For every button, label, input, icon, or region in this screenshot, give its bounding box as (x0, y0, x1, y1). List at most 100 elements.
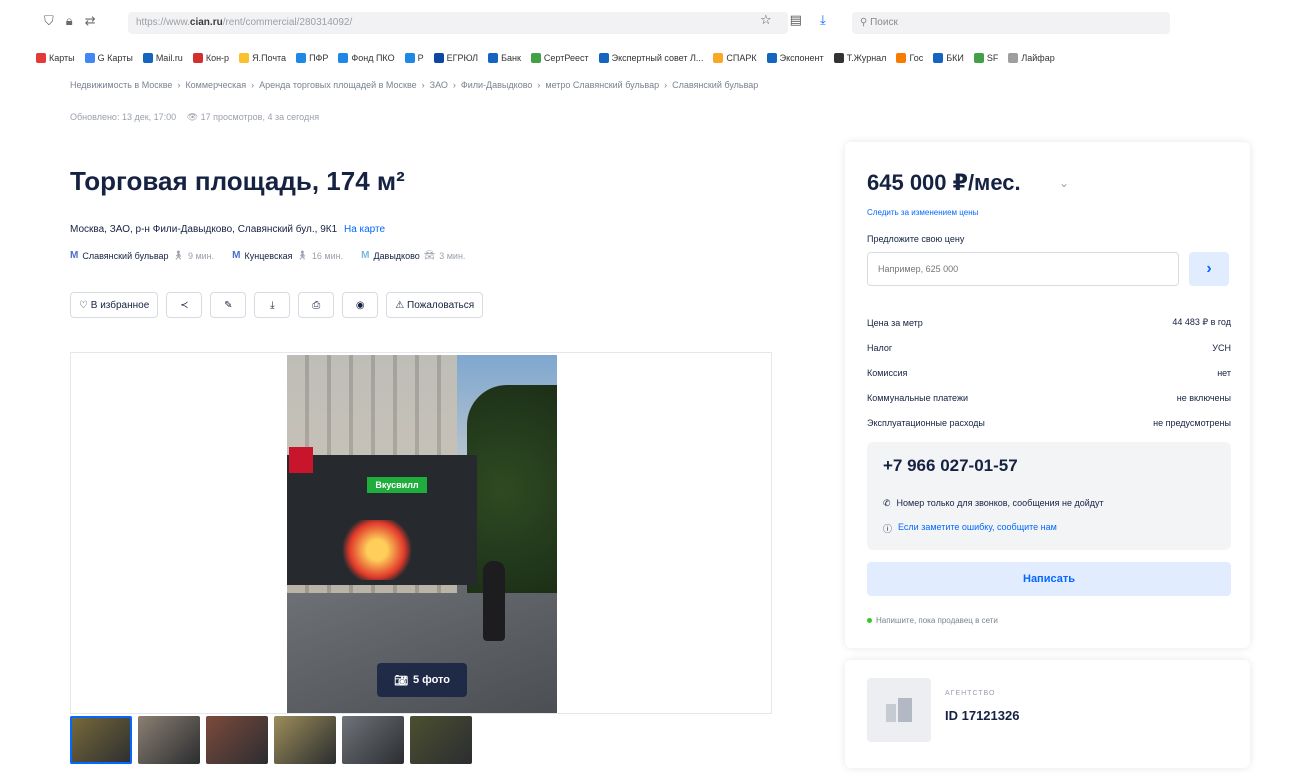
photo-thumbnail[interactable] (206, 716, 268, 764)
offer-label: Предложите свою цену (867, 234, 965, 244)
breadcrumb-separator: › (452, 80, 456, 90)
page-title: Торговая площадь, 174 м² (70, 166, 405, 196)
browser-toolbar: ⛉ 🔒︎ ⇄ https://www.cian.ru/rent/commerci… (0, 0, 1291, 44)
breadcrumb-item[interactable]: Недвижимость в Москве (70, 80, 172, 90)
breadcrumb: Недвижимость в Москве › Коммерческая › Аренд… (70, 80, 758, 90)
favorite-button[interactable]: ♡ В избранное (70, 292, 159, 318)
param-row: Налог УСН (867, 335, 1231, 360)
bookmark-label: Кон-р (205, 53, 230, 63)
bookmark-label: Mail.ru (155, 53, 183, 63)
bookmark-item[interactable]: СПАРК (713, 53, 757, 63)
listing-address: Москва, ЗАО, р-н Фили-Давыдково, Славянс… (70, 224, 385, 235)
breadcrumb-item[interactable]: Аренда торговых площадей в Москве (259, 80, 417, 90)
agent-role: АГЕНТСТВО (945, 690, 996, 697)
shield-icon[interactable]: ⛉ (44, 13, 54, 29)
phone-box: +7 966 027-01-57 ✆ Номер только для звон… (867, 442, 1231, 550)
metro-station[interactable]: M Кунцевская 🚶︎ 16 мин. (232, 250, 343, 261)
write-button[interactable]: Написать (867, 562, 1231, 596)
star-icon[interactable]: ☆ (760, 12, 772, 28)
photo-thumbnail[interactable] (274, 716, 336, 764)
bookmark-item[interactable]: Mail.ru (142, 53, 183, 63)
photo-gallery[interactable]: Вкусвилл 📷︎ 5 фото (70, 352, 772, 714)
map-link[interactable]: На карте (344, 224, 385, 235)
follow-price-link[interactable]: Следить за изменением цены (867, 208, 978, 217)
photo-count-button[interactable]: 📷︎ 5 фото (377, 663, 467, 697)
bookmark-item[interactable]: БКИ (933, 53, 964, 63)
report-error-note: ⓘ Если заметите ошибку, сообщите нам (883, 522, 1057, 535)
phone-icon: ✆ (883, 498, 891, 508)
bookmark-label: Гос (909, 53, 924, 63)
bookmark-favicon-icon (404, 53, 415, 63)
thumbnail-strip (70, 716, 472, 764)
address-bar[interactable]: https://www.cian.ru/rent/commercial/2803… (128, 12, 788, 34)
photo-thumbnail[interactable] (138, 716, 200, 764)
bookmark-item[interactable]: Экспонент (766, 53, 824, 63)
bookmarks-bar: Карты G Карты Mail.ru Кон-р Я.Почта ПФР Фонд П… (0, 44, 1291, 72)
print-button[interactable]: ⎙ (298, 292, 335, 318)
download-button[interactable]: ⤓ (254, 292, 291, 318)
bookmark-label: G Карты (97, 53, 133, 63)
note-button[interactable]: ✎ (210, 292, 247, 318)
offer-submit-button[interactable]: › (1189, 252, 1229, 286)
reader-icon[interactable]: ▤ (790, 12, 802, 28)
breadcrumb-item[interactable]: Славянский бульвар (672, 80, 758, 90)
param-value: не предусмотрены (1153, 417, 1231, 428)
bookmark-favicon-icon (973, 53, 984, 63)
breadcrumb-item[interactable]: Фили-Давыдково (461, 80, 532, 90)
chevron-down-icon[interactable]: ⌄ (1059, 176, 1069, 190)
metro-icon: M (70, 250, 79, 261)
param-row: Цена за метр 44 483 ₽ в год (867, 310, 1231, 335)
browser-search[interactable]: ⚲ Поиск (852, 12, 1170, 34)
photo-thumbnail[interactable] (410, 716, 472, 764)
metro-icon: M (361, 250, 370, 261)
main-photo[interactable]: Вкусвилл (287, 355, 557, 713)
bookmark-favicon-icon (530, 53, 541, 63)
price: 645 000 ₽/мес. (867, 170, 1021, 195)
report-error-link[interactable]: Если заметите ошибку, сообщите нам (898, 522, 1057, 535)
bookmark-item[interactable]: Гос (896, 53, 923, 63)
permissions-icon[interactable]: ⇄ (85, 13, 96, 29)
heart-icon: ♡ (79, 299, 88, 311)
bookmark-item[interactable]: Лайфар (1008, 53, 1055, 63)
bookmark-item[interactable]: ЕГРЮЛ (433, 53, 478, 63)
phone-number[interactable]: +7 966 027-01-57 (883, 456, 1018, 476)
offer-price-input[interactable] (867, 252, 1179, 286)
pedestrian-shape (483, 561, 505, 641)
bookmark-item[interactable]: Р (404, 53, 424, 63)
download-icon[interactable]: ⤓ (820, 12, 826, 28)
lock-icon[interactable]: 🔒︎ (66, 13, 73, 29)
bookmark-item[interactable]: Фонд ПКО (338, 53, 395, 63)
bookmark-item[interactable]: G Карты (84, 53, 133, 63)
complain-button[interactable]: ⚠ Пожаловаться (386, 292, 484, 318)
breadcrumb-item[interactable]: ЗАО (430, 80, 448, 90)
bookmark-favicon-icon (296, 53, 307, 63)
metro-station[interactable]: M Славянский бульвар 🚶︎ 9 мин. (70, 250, 214, 261)
bookmark-item[interactable]: Экспертный совет Л... (598, 53, 703, 63)
share-button[interactable]: ≺ (166, 292, 203, 318)
breadcrumb-item[interactable]: метро Славянский бульвар (545, 80, 659, 90)
bookmark-item[interactable]: ПФР (296, 53, 328, 63)
bookmark-item[interactable]: Я.Почта (239, 53, 286, 63)
breadcrumb-item[interactable]: Коммерческая (185, 80, 246, 90)
bookmark-item[interactable]: Банк (488, 53, 521, 63)
bookmark-item[interactable]: СертРеест (530, 53, 589, 63)
metro-time: 3 мин. (439, 250, 466, 261)
bookmark-item[interactable]: Карты (36, 53, 75, 63)
phone-note-text: Номер только для звонков, сообщения не д… (896, 498, 1104, 508)
metro-station[interactable]: M Давыдково 🚘︎ 3 мин. (361, 250, 465, 261)
param-label: Цена за метр (867, 317, 923, 328)
favorite-label: В избранное (90, 299, 150, 311)
photo-thumbnail[interactable] (342, 716, 404, 764)
browser-actions: ☆ ▤ ⤓ (760, 12, 826, 28)
hide-button[interactable]: ◉ (342, 292, 379, 318)
agent-card[interactable]: АГЕНТСТВО ID 17121326 (845, 660, 1250, 768)
eye-icon: 👁︎ (186, 112, 199, 122)
bookmark-item[interactable]: SF (973, 53, 998, 63)
bookmark-favicon-icon (896, 53, 907, 63)
bookmark-item[interactable]: Кон-р (192, 53, 230, 63)
photo-thumbnail[interactable] (70, 716, 132, 764)
bookmark-label: Я.Почта (252, 53, 287, 63)
bookmark-item[interactable]: Т.Журнал (833, 53, 886, 63)
metro-name: Давыдково (373, 250, 420, 261)
address-text: Москва, ЗАО, р-н Фили-Давыдково, Славянс… (70, 224, 338, 235)
